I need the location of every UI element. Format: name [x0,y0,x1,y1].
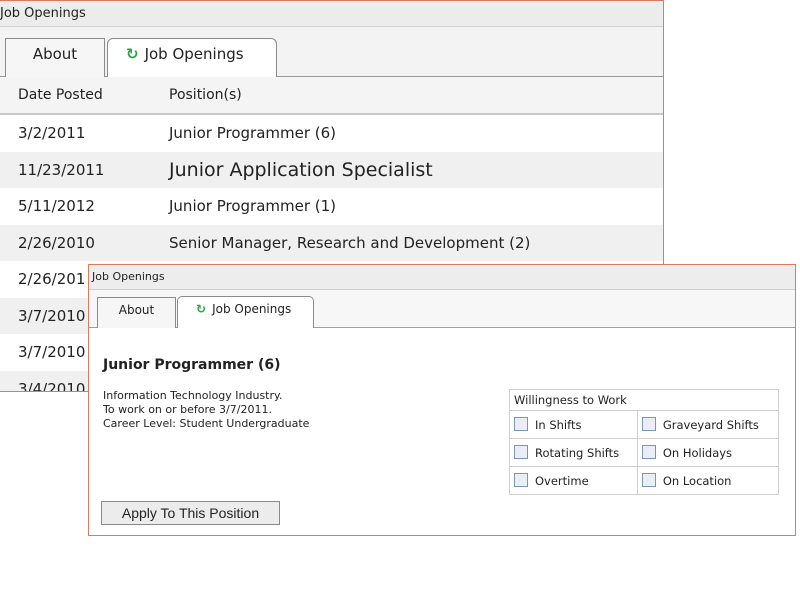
date-posted-cell: 2/26/2010 [18,233,95,252]
job-openings-window-front: Job Openings About ↻ Job Openings Junior … [88,264,796,536]
tab-job-openings[interactable]: ↻ Job Openings [177,296,314,328]
table-row[interactable]: 5/11/2012 Junior Programmer (1) [0,188,663,225]
option-overtime[interactable]: Overtime [509,466,638,495]
checkbox[interactable] [641,417,656,431]
checkbox[interactable] [514,473,528,487]
date-posted-cell: 3/7/2010 [18,343,86,361]
tab-about-label: About [118,303,155,317]
tab-strip: About ↻ Job Openings [89,290,795,328]
table-row[interactable]: 2/26/2010 Senior Manager, Research and D… [0,224,663,261]
willingness-to-work-table: Willingness to Work In Shifts Graveyard … [509,389,780,495]
option-on-holidays[interactable]: On Holidays [636,438,780,467]
industry-text: Information Technology Industry. [103,389,283,402]
willingness-header: Willingness to Work [509,389,779,411]
refresh-icon: ↻ [196,302,207,316]
tab-about[interactable]: About [97,297,176,328]
job-details: Information Technology Industry. To work… [103,389,309,431]
option-rotating-shifts[interactable]: Rotating Shifts [509,438,638,467]
option-graveyard-shifts[interactable]: Graveyard Shifts [636,410,780,439]
position-cell: Junior Application Specialist [169,158,433,181]
position-cell: Junior Programmer (1) [169,197,337,215]
career-level-text: Career Level: Student Undergraduate [103,417,310,430]
position-cell: Senior Manager, Research and Development… [169,233,531,252]
tab-about-label: About [32,45,78,63]
tab-job-openings-label: Job Openings [212,302,292,316]
tab-about[interactable]: About [5,38,105,77]
table-row[interactable]: 3/2/2011 Junior Programmer (6) [0,115,663,152]
checkbox[interactable] [514,417,528,431]
checkbox[interactable] [641,473,656,487]
date-posted-cell: 3/7/2010 [18,306,86,325]
option-label: Overtime [535,474,589,488]
date-posted-cell: 11/23/2011 [18,160,105,179]
date-posted-cell: 3/2/2011 [18,124,86,142]
date-posted-cell: 3/4/2010 [18,379,86,392]
column-header-date-posted[interactable]: Date Posted [18,77,103,113]
job-title: Junior Programmer (6) [103,357,281,373]
option-label: Rotating Shifts [535,446,620,460]
checkbox[interactable] [641,445,656,459]
tab-job-openings[interactable]: ↻ Job Openings [107,38,277,77]
position-cell: Junior Programmer (6) [169,124,337,142]
table-header: Date Posted Position(s) [0,77,663,115]
checkbox[interactable] [514,445,528,459]
date-posted-cell: 5/11/2012 [18,197,95,215]
refresh-icon: ↻ [126,45,139,63]
tab-strip: About ↻ Job Openings [0,27,663,77]
date-posted-cell: 2/26/201 [18,270,86,288]
table-row[interactable]: 11/23/2011 Junior Application Specialist [0,151,663,188]
apply-button[interactable]: Apply To This Position [101,501,280,525]
option-label: On Location [662,474,732,488]
option-on-location[interactable]: On Location [636,466,780,495]
option-label: In Shifts [535,418,582,432]
column-header-positions[interactable]: Position(s) [169,77,242,113]
window-title: Job Openings [89,265,795,290]
option-in-shifts[interactable]: In Shifts [509,410,638,439]
window-title: Job Openings [0,1,663,27]
tab-job-openings-label: Job Openings [144,45,244,63]
option-label: On Holidays [662,446,733,460]
start-date-text: To work on or before 3/7/2011. [103,403,272,416]
option-label: Graveyard Shifts [662,418,759,432]
